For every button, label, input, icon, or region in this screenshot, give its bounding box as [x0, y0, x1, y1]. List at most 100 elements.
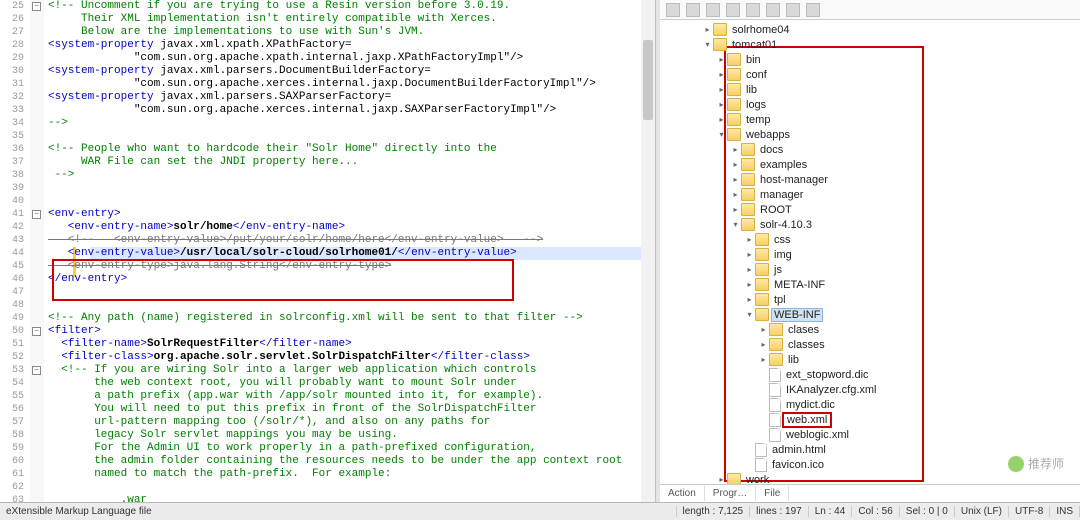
tree-twisty[interactable]: ▾ [730, 219, 741, 230]
tree-twisty[interactable]: ▸ [744, 264, 755, 275]
tree-twisty[interactable]: ▸ [744, 249, 755, 260]
code-line[interactable]: legacy Solr servlet mappings you may be … [48, 429, 398, 442]
tree-twisty[interactable]: ▾ [744, 309, 755, 320]
code-line[interactable]: the admin folder containing the resource… [48, 455, 622, 468]
fold-gutter[interactable]: −−−− [30, 0, 44, 502]
tree-twisty[interactable]: ▸ [730, 204, 741, 215]
code-line[interactable]: <!-- People who want to hardcode their "… [48, 143, 497, 156]
tree-item[interactable]: ▸ROOT [660, 202, 1080, 217]
fold-toggle[interactable]: − [32, 2, 41, 11]
code-line[interactable]: the web context root, you will probably … [48, 377, 517, 390]
tree-twisty[interactable]: ▸ [702, 24, 713, 35]
code-line[interactable]: a path prefix (app.war with /app/solr mo… [48, 390, 543, 403]
tree-twisty[interactable]: ▸ [716, 84, 727, 95]
tree-item[interactable]: ▸temp [660, 112, 1080, 127]
tree-item[interactable]: ▸manager [660, 187, 1080, 202]
code-line[interactable]: --> [48, 169, 74, 182]
tree-toolbar-button[interactable] [806, 3, 820, 17]
tree-twisty[interactable]: ▸ [730, 144, 741, 155]
tree-item[interactable]: ext_stopword.dic [660, 367, 1080, 382]
tree-twisty[interactable]: ▸ [744, 279, 755, 290]
tree-toolbar-button[interactable] [726, 3, 740, 17]
code-line[interactable]: "com.sun.org.apache.xpath.internal.jaxp.… [48, 52, 523, 65]
tree-item[interactable]: IKAnalyzer.cfg.xml [660, 382, 1080, 397]
code-line[interactable]: <env-entry-value>/usr/local/solr-cloud/s… [48, 247, 517, 260]
tree-toolbar-button[interactable] [686, 3, 700, 17]
code-line[interactable]: <!-- Any path (name) registered in solrc… [48, 312, 583, 325]
tree-twisty[interactable]: ▸ [716, 474, 727, 484]
tree-item[interactable]: ▸logs [660, 97, 1080, 112]
tree-toolbar-button[interactable] [786, 3, 800, 17]
code-line[interactable]: </env-entry> [48, 273, 127, 286]
tree-twisty[interactable]: ▸ [716, 99, 727, 110]
tree-twisty[interactable]: ▸ [716, 69, 727, 80]
file-tree[interactable]: ▸solrhome04▾tomcat01▸bin▸conf▸lib▸logs▸t… [660, 20, 1080, 484]
code-line[interactable]: <!-- If you are wiring Solr into a large… [48, 364, 536, 377]
tree-twisty[interactable]: ▸ [716, 54, 727, 65]
tree-item[interactable]: ▸work [660, 472, 1080, 484]
code-line[interactable]: "com.sun.org.apache.xerces.internal.jaxp… [48, 78, 596, 91]
tree-twisty[interactable]: ▾ [702, 39, 713, 50]
tree-item[interactable]: ▸solrhome04 [660, 22, 1080, 37]
tree-item[interactable]: ▸META-INF [660, 277, 1080, 292]
code-line[interactable]: For the Admin UI to work properly in a p… [48, 442, 536, 455]
tree-twisty[interactable]: ▸ [744, 234, 755, 245]
tree-twisty[interactable]: ▸ [716, 114, 727, 125]
code-line[interactable]: <env-entry-type>java.lang.String</env-en… [48, 260, 391, 273]
code-line[interactable]: <env-entry> [48, 208, 121, 221]
code-line[interactable]: Their XML implementation isn't entirely … [48, 13, 497, 26]
code-line[interactable]: url-pattern mapping too (/solr/*), and a… [48, 416, 490, 429]
tree-tab[interactable]: File [756, 486, 789, 501]
tree-item[interactable]: ▾webapps [660, 127, 1080, 142]
tree-item[interactable]: ▸host-manager [660, 172, 1080, 187]
tree-item[interactable]: ▸lib [660, 82, 1080, 97]
tree-item[interactable]: ▸css [660, 232, 1080, 247]
tree-twisty[interactable]: ▾ [716, 129, 727, 140]
code-line[interactable]: <!-- Uncomment if you are trying to use … [48, 0, 510, 13]
code-line[interactable]: named to match the path-prefix. For exam… [48, 468, 391, 481]
tree-toolbar-button[interactable] [706, 3, 720, 17]
tree-item[interactable]: ▸bin [660, 52, 1080, 67]
tree-item[interactable]: ▾solr-4.10.3 [660, 217, 1080, 232]
tree-tab[interactable]: Progr… [705, 486, 756, 501]
tree-bottom-tabs[interactable]: ActionProgr…File [660, 484, 1080, 502]
tree-item[interactable]: ▸examples [660, 157, 1080, 172]
tree-item[interactable]: weblogic.xml [660, 427, 1080, 442]
code-line[interactable]: <env-entry-name>solr/home</env-entry-nam… [48, 221, 345, 234]
code-line[interactable]: Below are the implementations to use wit… [48, 26, 424, 39]
tree-item[interactable]: ▸docs [660, 142, 1080, 157]
tree-item[interactable]: ▸tpl [660, 292, 1080, 307]
tree-twisty[interactable]: ▸ [730, 189, 741, 200]
tree-twisty[interactable]: ▸ [758, 339, 769, 350]
tree-twisty[interactable]: ▸ [730, 159, 741, 170]
code-line[interactable]: <system-property javax.xml.parsers.SAXPa… [48, 91, 391, 104]
tree-item[interactable]: ▾tomcat01 [660, 37, 1080, 52]
tree-twisty[interactable]: ▸ [758, 354, 769, 365]
tree-twisty[interactable]: ▸ [758, 324, 769, 335]
fold-toggle[interactable]: − [32, 327, 41, 336]
tree-item[interactable]: ▸clases [660, 322, 1080, 337]
code-line[interactable]: "com.sun.org.apache.xerces.internal.jaxp… [48, 104, 556, 117]
editor-scrollbar[interactable] [641, 0, 655, 502]
tree-item[interactable]: ▸lib [660, 352, 1080, 367]
code-line[interactable]: <system-property javax.xml.parsers.Docum… [48, 65, 431, 78]
tree-twisty[interactable]: ▸ [744, 294, 755, 305]
fold-toggle[interactable]: − [32, 210, 41, 219]
tree-item[interactable]: ▸classes [660, 337, 1080, 352]
code-line[interactable]: <filter-name>SolrRequestFilter</filter-n… [48, 338, 352, 351]
tree-toolbar-button[interactable] [746, 3, 760, 17]
code-line[interactable]: WAR File can set the JNDI property here.… [48, 156, 358, 169]
tree-item[interactable]: mydict.dic [660, 397, 1080, 412]
code-area[interactable]: <!-- Uncomment if you are trying to use … [44, 0, 655, 502]
code-line[interactable]: --> [48, 117, 68, 130]
tree-item[interactable]: ▸img [660, 247, 1080, 262]
tree-item[interactable]: ▸js [660, 262, 1080, 277]
tree-tab[interactable]: Action [660, 486, 705, 501]
tree-item[interactable]: ▾WEB-INF [660, 307, 1080, 322]
code-line[interactable]: <!-- <env-entry-value>/put/your/solr/hom… [48, 234, 543, 247]
code-editor[interactable]: 2526272829303132333435363738394041424344… [0, 0, 656, 502]
code-line[interactable]: You will need to put this prefix in fron… [48, 403, 536, 416]
tree-toolbar-button[interactable] [666, 3, 680, 17]
code-line[interactable]: <filter> [48, 325, 101, 338]
tree-item[interactable]: ▸conf [660, 67, 1080, 82]
